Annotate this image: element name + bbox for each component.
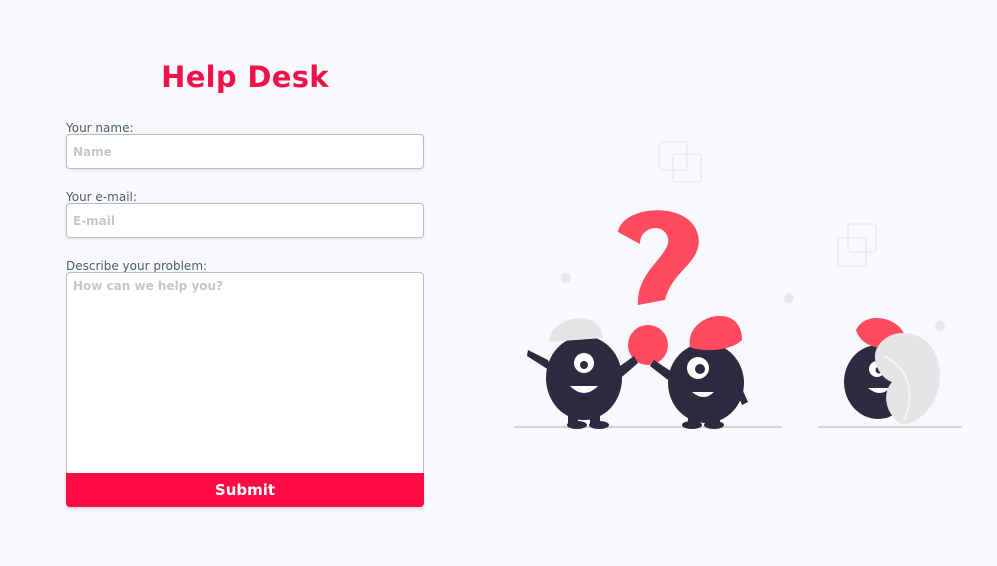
- character-right: [844, 317, 940, 425]
- decor-dot: [935, 321, 945, 331]
- help-characters-illustration: [514, 141, 962, 429]
- email-input[interactable]: [66, 203, 424, 238]
- decor-dot: [561, 273, 571, 283]
- character-left: [527, 318, 638, 429]
- name-label: Your name:: [66, 121, 134, 135]
- character-middle: [650, 315, 748, 429]
- page-title: Help Desk: [161, 60, 329, 94]
- help-desk-page: Help Desk Your name: Your e-mail: Descri…: [0, 0, 997, 566]
- decor-dot: [784, 293, 794, 303]
- decor-squares-right: [837, 223, 877, 267]
- name-input[interactable]: [66, 134, 424, 169]
- problem-textarea[interactable]: [66, 272, 424, 473]
- problem-label: Describe your problem:: [66, 259, 208, 273]
- question-mark-icon: [618, 210, 699, 305]
- email-label: Your e-mail:: [66, 190, 137, 204]
- submit-button[interactable]: Submit: [66, 473, 424, 507]
- decor-squares-left: [658, 141, 702, 183]
